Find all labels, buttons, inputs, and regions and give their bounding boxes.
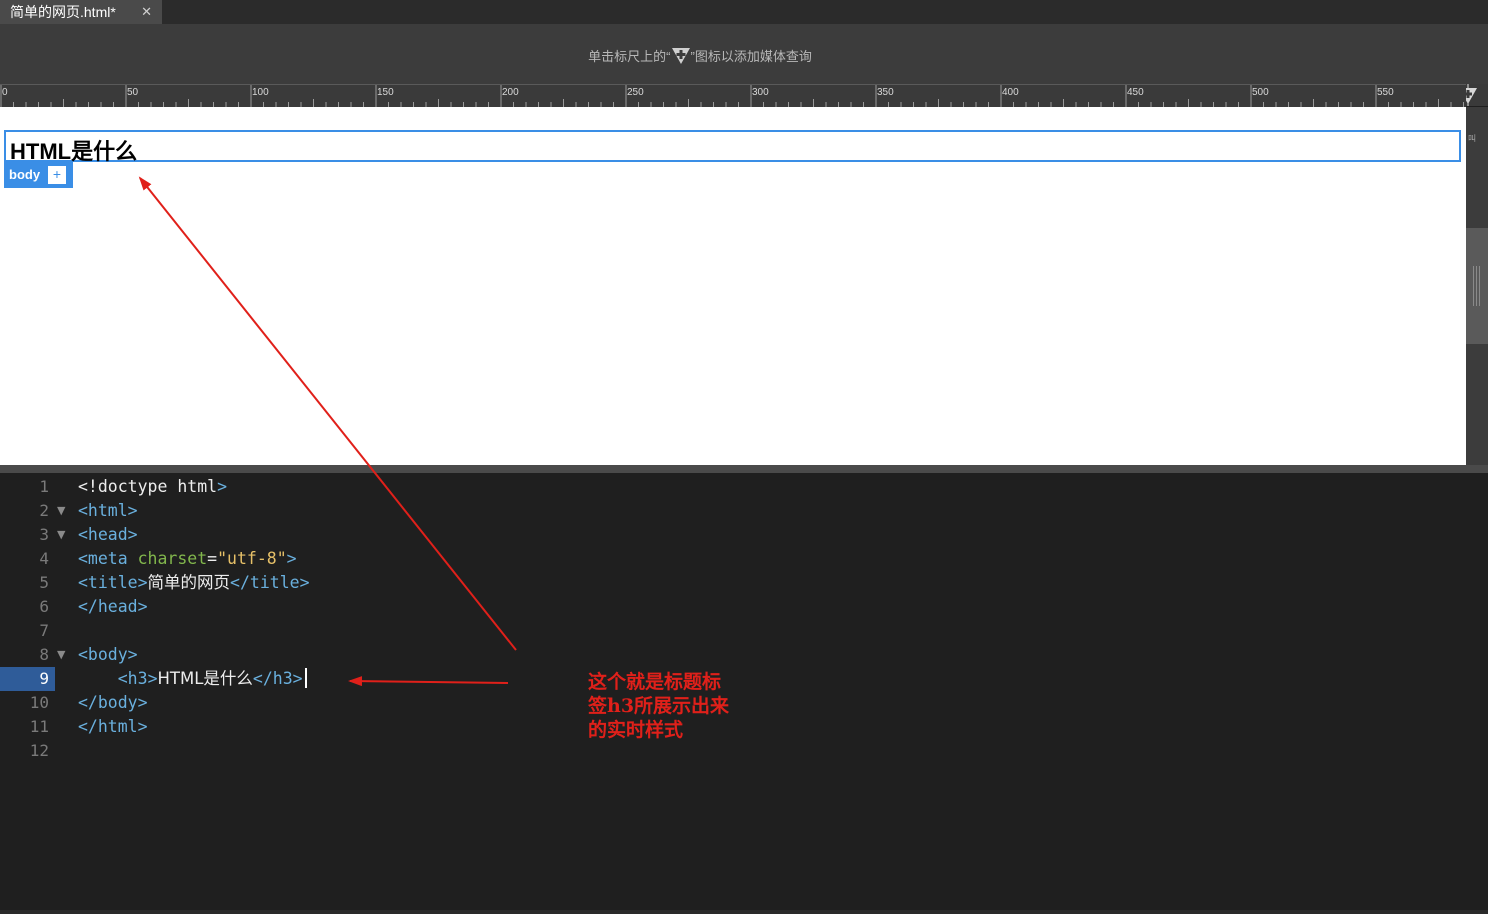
- line-number-cell[interactable]: 6: [0, 595, 55, 619]
- fold-toggle-icon[interactable]: ▼: [57, 523, 69, 547]
- ruler-label: 500: [1252, 87, 1269, 98]
- ruler-label: 50: [127, 87, 139, 98]
- ruler-label: 200: [502, 87, 519, 98]
- line-number: 5: [39, 573, 49, 592]
- code-line[interactable]: </html>: [78, 715, 148, 739]
- close-icon[interactable]: ✕: [141, 0, 152, 24]
- line-number: 2: [39, 501, 49, 520]
- status-edge: [0, 910, 1488, 914]
- document-tab-bar: 简单的网页.html* ✕: [0, 0, 1488, 24]
- code-line[interactable]: <meta charset="utf-8">: [78, 547, 297, 571]
- annotation-line: 的实时样式: [588, 719, 684, 741]
- scrollbar-grip: [1473, 266, 1481, 306]
- ruler-side-label: 叫: [1468, 134, 1476, 143]
- line-number-cell[interactable]: 5: [0, 571, 55, 595]
- line-number-cell[interactable]: 2: [0, 499, 55, 523]
- code-line[interactable]: <!doctype html>: [78, 475, 227, 499]
- view-splitter[interactable]: [0, 465, 1488, 473]
- annotation-line: 这个就是标题标: [588, 671, 722, 693]
- line-number: 3: [39, 525, 49, 544]
- line-number: 7: [39, 621, 49, 640]
- line-number-cell[interactable]: 8: [0, 643, 55, 667]
- element-tag-badge[interactable]: body +: [4, 162, 73, 188]
- line-number-cell[interactable]: 3: [0, 523, 55, 547]
- document-tab[interactable]: 简单的网页.html* ✕: [0, 0, 162, 24]
- line-number-cell[interactable]: 7: [0, 619, 55, 643]
- line-number: 10: [29, 693, 49, 712]
- horizontal-ruler[interactable]: 0501001502002503003504004505005506006507…: [0, 84, 1466, 107]
- code-line[interactable]: </body>: [78, 691, 148, 715]
- line-number: 6: [39, 597, 49, 616]
- ruler-scale: 0501001502002503003504004505005506006507…: [0, 85, 1464, 107]
- media-query-hint-prefix: 单击标尺上的“: [588, 49, 671, 64]
- fold-toggle-icon[interactable]: ▼: [57, 499, 69, 523]
- fold-toggle-icon[interactable]: ▼: [57, 643, 69, 667]
- line-number: 11: [29, 717, 49, 736]
- ruler-label: 150: [377, 87, 394, 98]
- ruler-label: 450: [1127, 87, 1144, 98]
- line-number-cell[interactable]: 12: [0, 739, 55, 763]
- annotation-line: 签h3所展示出来: [588, 695, 730, 717]
- line-number: 4: [39, 549, 49, 568]
- code-line[interactable]: <body>: [78, 643, 138, 667]
- code-line[interactable]: <html>: [78, 499, 138, 523]
- media-query-add-icon[interactable]: [1466, 84, 1488, 106]
- annotation-text: 这个就是标题标 签h3所展示出来 的实时样式: [588, 670, 748, 742]
- ruler-label: 0: [2, 87, 8, 98]
- line-number: 8: [39, 645, 49, 664]
- code-line[interactable]: <head>: [78, 523, 138, 547]
- line-number: 12: [29, 741, 49, 760]
- ruler-label: 300: [752, 87, 769, 98]
- media-query-hint-suffix: ”图标以添加媒体查询: [690, 49, 812, 64]
- line-number-cell[interactable]: 11: [0, 715, 55, 739]
- code-line[interactable]: <h3>HTML是什么</h3>: [78, 667, 307, 691]
- ruler-label: 550: [1377, 87, 1394, 98]
- media-query-bar[interactable]: 单击标尺上的“ ”图标以添加媒体查询: [0, 24, 1488, 84]
- h3-element-preview[interactable]: HTML是什么: [4, 130, 1461, 164]
- element-tag-label: body: [9, 167, 41, 182]
- ruler-corner: [1466, 84, 1488, 106]
- line-number: 1: [39, 477, 49, 496]
- line-number-cell[interactable]: 1: [0, 475, 55, 499]
- code-line[interactable]: </head>: [78, 595, 148, 619]
- line-number: 9: [39, 669, 49, 688]
- ruler-label: 100: [252, 87, 269, 98]
- media-query-hint: 单击标尺上的“ ”图标以添加媒体查询: [0, 46, 1400, 65]
- line-number-cell[interactable]: 9: [0, 667, 55, 691]
- code-line[interactable]: <title>简单的网页</title>: [78, 571, 310, 595]
- ruler-label: 250: [627, 87, 644, 98]
- add-class-button[interactable]: +: [48, 166, 66, 184]
- line-number-cell[interactable]: 4: [0, 547, 55, 571]
- ruler-label: 400: [1002, 87, 1019, 98]
- ruler-label: 350: [877, 87, 894, 98]
- plus-triangle-icon: [671, 48, 690, 64]
- document-tab-title: 简单的网页.html*: [10, 4, 116, 20]
- text-cursor: [304, 668, 307, 688]
- line-number-cell[interactable]: 10: [0, 691, 55, 715]
